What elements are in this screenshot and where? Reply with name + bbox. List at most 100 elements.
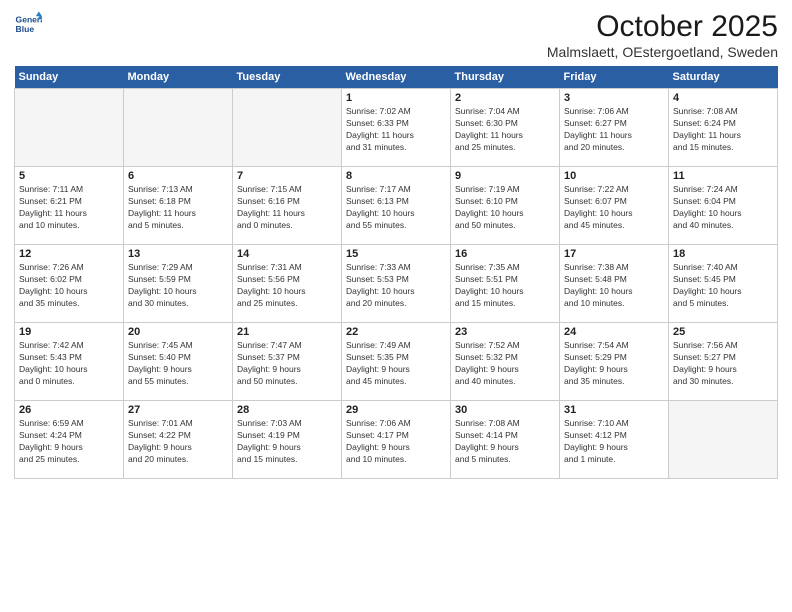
day-info: Sunrise: 7:26 AM Sunset: 6:02 PM Dayligh… [19,262,119,310]
day-number: 22 [346,326,446,338]
calendar-cell: 5 Sunrise: 7:11 AM Sunset: 6:21 PM Daylig… [15,167,124,245]
day-info: Sunrise: 7:45 AM Sunset: 5:40 PM Dayligh… [128,340,228,388]
calendar-cell: 19 Sunrise: 7:42 AM Sunset: 5:43 PM Dayli… [15,323,124,401]
day-number: 2 [455,92,555,104]
calendar-cell: 31 Sunrise: 7:10 AM Sunset: 4:12 PM Dayli… [560,401,669,479]
calendar-cell: 24 Sunrise: 7:54 AM Sunset: 5:29 PM Dayli… [560,323,669,401]
day-number: 21 [237,326,337,338]
calendar-cell: 10Sunrise: 7:22 AM Sunset: 6:07 PM Dayli… [560,167,669,245]
day-number: 14 [237,248,337,260]
weekday-header-sunday: Sunday [15,66,124,89]
day-number: 9 [455,170,555,182]
day-info: Sunrise: 7:42 AM Sunset: 5:43 PM Dayligh… [19,340,119,388]
calendar-cell: 12 Sunrise: 7:26 AM Sunset: 6:02 PM Dayli… [15,245,124,323]
weekday-header-tuesday: Tuesday [233,66,342,89]
day-number: 16 [455,248,555,260]
calendar-cell: 15Sunrise: 7:33 AM Sunset: 5:53 PM Dayli… [342,245,451,323]
day-info: Sunrise: 7:06 AM Sunset: 4:17 PM Dayligh… [346,418,446,466]
day-number: 24 [564,326,664,338]
day-info: Sunrise: 7:56 AM Sunset: 5:27 PM Dayligh… [673,340,773,388]
day-info: Sunrise: 7:11 AM Sunset: 6:21 PM Dayligh… [19,184,119,232]
svg-text:Blue: Blue [16,24,35,34]
day-number: 17 [564,248,664,260]
day-number: 30 [455,404,555,416]
day-number: 7 [237,170,337,182]
day-info: Sunrise: 7:15 AM Sunset: 6:16 PM Dayligh… [237,184,337,232]
calendar-cell: 23 Sunrise: 7:52 AM Sunset: 5:32 PM Dayli… [451,323,560,401]
day-number: 31 [564,404,664,416]
day-info: Sunrise: 7:47 AM Sunset: 5:37 PM Dayligh… [237,340,337,388]
day-info: Sunrise: 7:33 AM Sunset: 5:53 PM Dayligh… [346,262,446,310]
calendar-cell: 2 Sunrise: 7:04 AM Sunset: 6:30 PM Daylig… [451,89,560,167]
calendar-cell [124,89,233,167]
day-info: Sunrise: 7:02 AM Sunset: 6:33 PM Dayligh… [346,106,446,154]
calendar-week-1: 1 Sunrise: 7:02 AM Sunset: 6:33 PM Daylig… [15,89,778,167]
calendar-week-5: 26Sunrise: 6:59 AM Sunset: 4:24 PM Dayli… [15,401,778,479]
calendar-cell: 16 Sunrise: 7:35 AM Sunset: 5:51 PM Dayli… [451,245,560,323]
weekday-header-wednesday: Wednesday [342,66,451,89]
day-info: Sunrise: 7:17 AM Sunset: 6:13 PM Dayligh… [346,184,446,232]
day-info: Sunrise: 7:06 AM Sunset: 6:27 PM Dayligh… [564,106,664,154]
calendar-cell: 1 Sunrise: 7:02 AM Sunset: 6:33 PM Daylig… [342,89,451,167]
page-container: General Blue October 2025 Malmslaett, OE… [0,0,792,487]
calendar-cell: 27 Sunrise: 7:01 AM Sunset: 4:22 PM Dayli… [124,401,233,479]
day-number: 3 [564,92,664,104]
calendar-cell: 18 Sunrise: 7:40 AM Sunset: 5:45 PM Dayli… [669,245,778,323]
day-info: Sunrise: 7:04 AM Sunset: 6:30 PM Dayligh… [455,106,555,154]
day-number: 27 [128,404,228,416]
weekday-header-monday: Monday [124,66,233,89]
day-info: Sunrise: 7:19 AM Sunset: 6:10 PM Dayligh… [455,184,555,232]
calendar-week-3: 12 Sunrise: 7:26 AM Sunset: 6:02 PM Dayli… [15,245,778,323]
calendar-table: SundayMondayTuesdayWednesdayThursdayFrid… [14,66,778,479]
day-info: Sunrise: 7:38 AM Sunset: 5:48 PM Dayligh… [564,262,664,310]
day-number: 11 [673,170,773,182]
day-info: Sunrise: 7:13 AM Sunset: 6:18 PM Dayligh… [128,184,228,232]
logo-icon: General Blue [14,10,42,38]
month-title: October 2025 [547,10,778,44]
day-info: Sunrise: 7:31 AM Sunset: 5:56 PM Dayligh… [237,262,337,310]
calendar-cell: 28Sunrise: 7:03 AM Sunset: 4:19 PM Dayli… [233,401,342,479]
day-info: Sunrise: 7:10 AM Sunset: 4:12 PM Dayligh… [564,418,664,466]
day-number: 18 [673,248,773,260]
logo: General Blue [14,10,46,38]
calendar-cell: 21 Sunrise: 7:47 AM Sunset: 5:37 PM Dayli… [233,323,342,401]
calendar-cell: 17 Sunrise: 7:38 AM Sunset: 5:48 PM Dayli… [560,245,669,323]
calendar-cell: 11 Sunrise: 7:24 AM Sunset: 6:04 PM Dayli… [669,167,778,245]
calendar-cell [669,401,778,479]
day-number: 19 [19,326,119,338]
day-info: Sunrise: 7:54 AM Sunset: 5:29 PM Dayligh… [564,340,664,388]
calendar-cell: 14 Sunrise: 7:31 AM Sunset: 5:56 PM Dayli… [233,245,342,323]
location-title: Malmslaett, OEstergoetland, Sweden [547,44,778,60]
day-info: Sunrise: 7:52 AM Sunset: 5:32 PM Dayligh… [455,340,555,388]
day-number: 1 [346,92,446,104]
day-info: Sunrise: 7:22 AM Sunset: 6:07 PM Dayligh… [564,184,664,232]
day-number: 8 [346,170,446,182]
day-number: 13 [128,248,228,260]
calendar-cell: 8 Sunrise: 7:17 AM Sunset: 6:13 PM Daylig… [342,167,451,245]
day-number: 5 [19,170,119,182]
day-number: 25 [673,326,773,338]
day-info: Sunrise: 7:29 AM Sunset: 5:59 PM Dayligh… [128,262,228,310]
day-number: 26 [19,404,119,416]
day-info: Sunrise: 7:01 AM Sunset: 4:22 PM Dayligh… [128,418,228,466]
calendar-cell: 3 Sunrise: 7:06 AM Sunset: 6:27 PM Daylig… [560,89,669,167]
calendar-cell: 13 Sunrise: 7:29 AM Sunset: 5:59 PM Dayli… [124,245,233,323]
calendar-week-2: 5 Sunrise: 7:11 AM Sunset: 6:21 PM Daylig… [15,167,778,245]
day-info: Sunrise: 7:08 AM Sunset: 4:14 PM Dayligh… [455,418,555,466]
day-number: 6 [128,170,228,182]
day-info: Sunrise: 7:35 AM Sunset: 5:51 PM Dayligh… [455,262,555,310]
calendar-cell: 26Sunrise: 6:59 AM Sunset: 4:24 PM Dayli… [15,401,124,479]
day-number: 28 [237,404,337,416]
calendar-cell: 29 Sunrise: 7:06 AM Sunset: 4:17 PM Dayli… [342,401,451,479]
day-info: Sunrise: 7:24 AM Sunset: 6:04 PM Dayligh… [673,184,773,232]
weekday-header-thursday: Thursday [451,66,560,89]
day-number: 29 [346,404,446,416]
day-number: 12 [19,248,119,260]
day-number: 23 [455,326,555,338]
calendar-cell [15,89,124,167]
calendar-cell: 30 Sunrise: 7:08 AM Sunset: 4:14 PM Dayli… [451,401,560,479]
calendar-cell: 7 Sunrise: 7:15 AM Sunset: 6:16 PM Daylig… [233,167,342,245]
day-info: Sunrise: 7:40 AM Sunset: 5:45 PM Dayligh… [673,262,773,310]
calendar-cell: 25 Sunrise: 7:56 AM Sunset: 5:27 PM Dayli… [669,323,778,401]
calendar-cell: 9 Sunrise: 7:19 AM Sunset: 6:10 PM Daylig… [451,167,560,245]
